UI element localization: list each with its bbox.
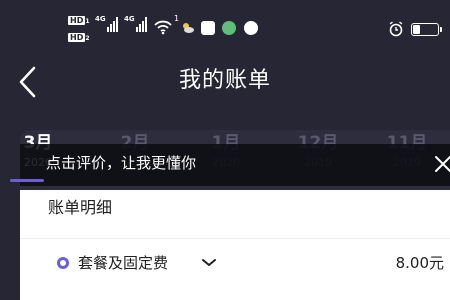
wifi-count: 1 <box>174 14 180 23</box>
bill-item-amount: 8.00元 <box>395 254 444 272</box>
battery-icon <box>411 23 442 36</box>
rating-toast[interactable]: 点击评价，让我更懂你 <box>20 144 450 186</box>
page-title: 我的账单 <box>178 68 271 93</box>
chevron-down-icon[interactable] <box>202 258 216 268</box>
bullet-dot-icon <box>57 257 69 269</box>
alarm-icon <box>389 21 403 37</box>
battery-fill <box>413 25 420 34</box>
wifi-icon <box>154 20 172 35</box>
divider <box>20 238 450 239</box>
app-notification-icon <box>244 21 258 35</box>
hd-indicator-1: HD 1 <box>68 16 90 25</box>
close-icon[interactable] <box>432 153 450 175</box>
status-bar: HD 1 HD 2 4G 4G 1 <box>0 0 450 58</box>
bill-item-label: 套餐及固定费 <box>78 254 169 272</box>
card-title: 账单明细 <box>48 198 113 217</box>
weather-icon <box>183 23 194 33</box>
signal-icon-1: 4G <box>95 16 118 32</box>
bill-detail-card: 账单明细 套餐及固定费 8.00元 <box>20 190 450 300</box>
toast-text: 点击评价，让我更懂你 <box>46 154 197 172</box>
bill-item-row[interactable]: 套餐及固定费 8.00元 <box>20 250 450 276</box>
active-tab-indicator <box>10 179 44 182</box>
app-notification-icon <box>201 21 215 35</box>
hd-indicator-2: HD 2 <box>68 33 90 42</box>
signal-icon-2: 4G <box>124 16 147 32</box>
app-notification-icon <box>222 21 236 35</box>
